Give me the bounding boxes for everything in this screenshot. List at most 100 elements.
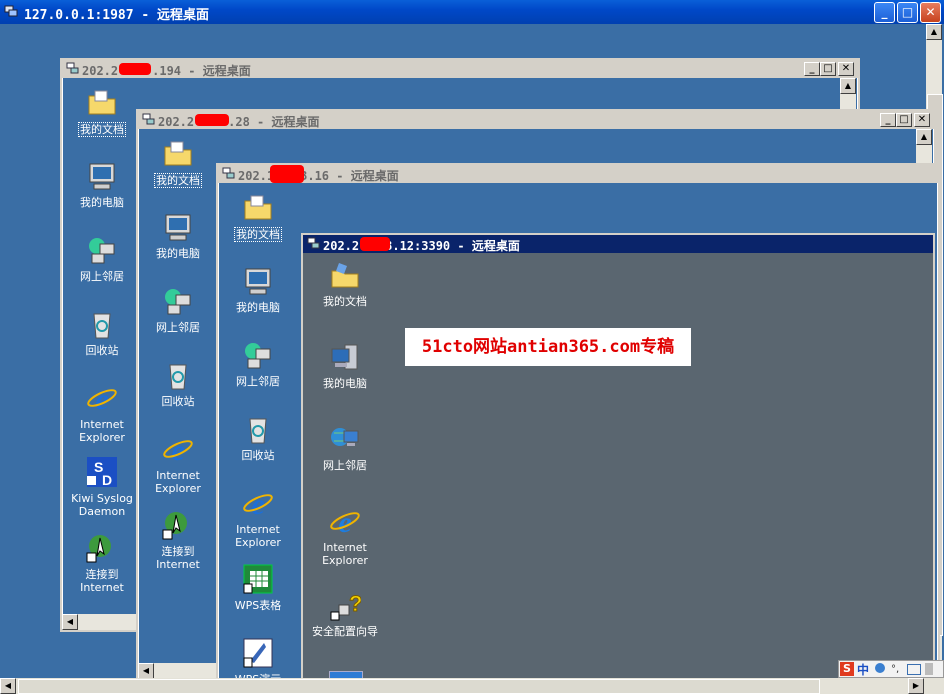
scroll-left-button[interactable]: ◀ xyxy=(62,614,78,630)
keyboard-icon[interactable] xyxy=(907,664,921,675)
desktop-icon-internet-explorer[interactable]: e Internet Explorer xyxy=(307,505,383,567)
moon-icon[interactable] xyxy=(875,663,885,673)
computer-icon xyxy=(331,344,358,370)
folder-icon xyxy=(164,141,192,166)
desktop-icon-internet-explorer[interactable]: e Internet Explorer xyxy=(140,433,216,495)
outer-horizontal-scrollbar[interactable]: ◀ ▶ xyxy=(0,678,944,694)
watermark-text: 51cto网站antian365.com专稿 xyxy=(405,328,691,366)
network-icon xyxy=(165,289,191,315)
remote-desktop-icon xyxy=(142,113,155,125)
title-suffix: 3.16 - 远程桌面 xyxy=(300,169,399,183)
wps-icon xyxy=(243,638,273,668)
close-button[interactable]: ✕ xyxy=(920,2,941,23)
computer-icon xyxy=(165,214,191,241)
tools-icon[interactable] xyxy=(925,663,933,675)
title-suffix: 3.12:3390 - 远程桌面 xyxy=(385,239,520,253)
desktop-icon-my-documents[interactable]: 我的文档 xyxy=(220,191,296,242)
title-prefix: 202.1 xyxy=(238,169,275,183)
network-icon xyxy=(331,428,359,446)
desktop-icon-network[interactable]: 网上邻居 xyxy=(220,339,296,388)
scroll-left-button[interactable]: ◀ xyxy=(138,663,154,679)
security-wizard-icon: ? xyxy=(330,591,361,621)
desktop-icon-network[interactable]: 网上邻居 xyxy=(307,423,383,472)
desktop-icon-kiwi-syslog[interactable]: SD Kiwi Syslog Daemon xyxy=(64,456,140,518)
maximize-button[interactable]: □ xyxy=(820,62,836,76)
window-28-vertical-scrollbar[interactable]: ▲ xyxy=(916,129,932,165)
kiwi-icon: SD xyxy=(87,457,117,488)
desktop-icon-connect-internet[interactable]: 连接到 Internet xyxy=(64,532,140,594)
minimize-button[interactable]: _ xyxy=(880,113,896,127)
desktop-icon-network[interactable]: 网上邻居 xyxy=(140,285,216,334)
remote-desktop-icon xyxy=(222,167,235,179)
folder-icon xyxy=(244,195,272,220)
close-button[interactable]: ✕ xyxy=(838,62,854,76)
desktop-icon-recycle-bin[interactable]: 回收站 xyxy=(64,308,140,357)
ie-icon: e xyxy=(330,506,360,537)
svg-text:D: D xyxy=(102,472,112,488)
title-prefix: 202.2 xyxy=(158,115,195,129)
folder-icon xyxy=(331,263,359,288)
redaction-mark xyxy=(270,165,304,183)
recycle-bin-icon xyxy=(93,313,111,339)
computer-icon xyxy=(245,268,271,295)
desktop-icon-my-documents[interactable]: 我的文档 xyxy=(64,86,140,137)
remote-desktop-icon xyxy=(4,5,18,17)
desktop-icon-my-computer[interactable]: 我的电脑 xyxy=(220,265,296,314)
desktop-icon-recycle-bin[interactable]: 回收站 xyxy=(140,359,216,408)
desktop-icon-internet-explorer[interactable]: e Internet Explorer xyxy=(220,487,296,549)
network-icon xyxy=(89,238,115,264)
window-194-title-bar[interactable]: 202.2 .194 - 远程桌面 _ □ ✕ xyxy=(62,60,858,78)
desktop-icon-my-computer[interactable]: 我的电脑 xyxy=(64,160,140,209)
ime-logo-icon[interactable]: S xyxy=(840,662,854,676)
scroll-up-button[interactable]: ▲ xyxy=(840,78,856,94)
desktop-icon-my-computer[interactable]: 我的电脑 xyxy=(307,341,383,390)
scroll-right-button[interactable]: ▶ xyxy=(908,678,924,694)
scroll-thumb[interactable] xyxy=(18,679,820,694)
scroll-left-button[interactable]: ◀ xyxy=(0,678,16,694)
punctuation-icon[interactable]: °, xyxy=(891,664,899,675)
close-button[interactable]: ✕ xyxy=(914,113,930,127)
recycle-bin-icon xyxy=(249,418,267,444)
remote-desktop-icon xyxy=(307,237,320,249)
desktop-icon-security-wizard[interactable]: ? 安全配置向导 xyxy=(307,589,383,639)
ie-icon: e xyxy=(243,488,273,519)
minimize-button[interactable]: _ xyxy=(804,62,820,76)
outer-title-bar[interactable]: 127.0.0.1:1987 - 远程桌面 _ □ ✕ xyxy=(0,0,944,24)
remote-desktop-icon xyxy=(66,62,79,74)
ime-language-indicator[interactable]: 中 xyxy=(857,661,869,678)
desktop-icon-my-documents[interactable]: 我的文档 xyxy=(140,137,216,188)
network-icon xyxy=(245,343,271,369)
desktop-icon-recycle-bin[interactable]: 回收站 xyxy=(220,413,296,462)
desktop-icon-my-computer[interactable]: 我的电脑 xyxy=(140,211,216,260)
desktop-icon-internet-explorer[interactable]: e Internet Explorer xyxy=(64,382,140,444)
minimize-button[interactable]: _ xyxy=(874,2,895,23)
maximize-button[interactable]: □ xyxy=(896,113,912,127)
computer-icon xyxy=(89,163,115,190)
scroll-up-button[interactable]: ▲ xyxy=(916,129,932,145)
folder-icon xyxy=(88,90,116,115)
desktop-12: 我的文档 我的电脑 网上邻居 e Internet Explorer ? 安全配… xyxy=(303,253,933,685)
recycle-bin-icon xyxy=(169,364,187,390)
window-16-title-bar[interactable]: 202.1 3.16 - 远程桌面 xyxy=(218,165,938,183)
desktop-icon-wps-table[interactable]: WPS表格 xyxy=(220,563,296,612)
svg-text:e: e xyxy=(171,434,184,465)
window-12-title-bar[interactable]: 202.2 3.12:3390 - 远程桌面 xyxy=(303,235,933,253)
ime-toolbar[interactable]: S 中 °, xyxy=(838,660,944,678)
outer-window-title: 127.0.0.1:1987 - 远程桌面 xyxy=(24,8,210,23)
desktop-icon-network[interactable]: 网上邻居 xyxy=(64,234,140,283)
remote-window-12[interactable]: 202.2 3.12:3390 - 远程桌面 我的文档 我的电脑 网上邻居 e I… xyxy=(301,233,935,687)
svg-text:e: e xyxy=(251,488,264,519)
window-28-title-bar[interactable]: 202.2 .28 - 远程桌面 _ □ ✕ xyxy=(138,111,934,129)
wps-table-icon xyxy=(243,564,273,594)
title-suffix: .28 - 远程桌面 xyxy=(228,115,320,129)
ie-icon: e xyxy=(163,434,193,465)
desktop-icon-my-documents[interactable]: 我的文档 xyxy=(307,259,383,308)
maximize-button[interactable]: □ xyxy=(897,2,918,23)
svg-text:e: e xyxy=(338,506,351,537)
desktop-icon-connect-internet[interactable]: 连接到 Internet xyxy=(140,509,216,571)
title-prefix: 202.2 xyxy=(82,64,119,78)
connect-icon xyxy=(86,535,111,563)
svg-text:e: e xyxy=(95,383,108,414)
scroll-up-button[interactable]: ▲ xyxy=(926,24,942,40)
ie-icon: e xyxy=(87,383,117,414)
